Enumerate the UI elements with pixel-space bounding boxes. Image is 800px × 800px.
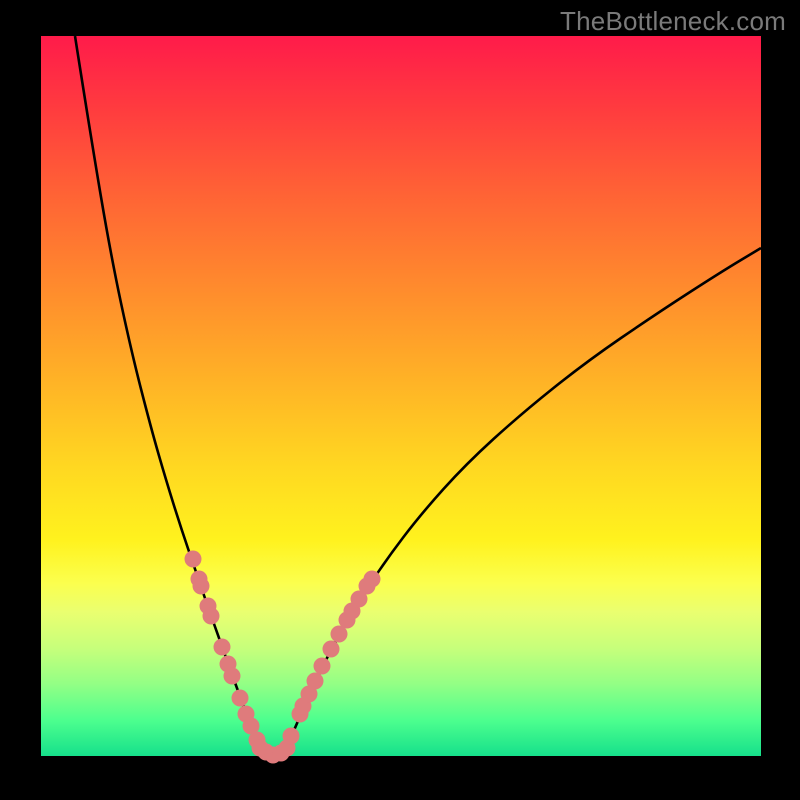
data-point (364, 571, 381, 588)
curves-svg (41, 36, 761, 756)
right-curve (287, 248, 761, 746)
data-point (307, 673, 324, 690)
data-markers (185, 551, 381, 764)
data-point (224, 668, 241, 685)
data-point (214, 639, 231, 656)
data-point (283, 728, 300, 745)
left-curve (75, 36, 259, 746)
data-point (314, 658, 331, 675)
data-point (323, 641, 340, 658)
watermark-text: TheBottleneck.com (560, 6, 786, 37)
chart-frame: TheBottleneck.com (0, 0, 800, 800)
data-point (203, 608, 220, 625)
plot-area (41, 36, 761, 756)
data-point (232, 690, 249, 707)
data-point (185, 551, 202, 568)
data-point (191, 571, 208, 588)
